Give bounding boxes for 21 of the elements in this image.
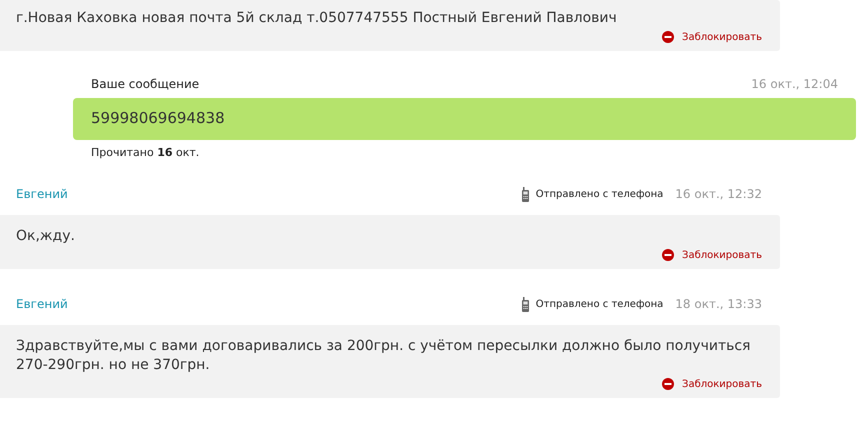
message-text: Здравствуйте,мы с вами договаривались за 200грн. с учётом пересылки должно было получиться 270-290грн. но не 370грн. [16, 337, 752, 375]
block-icon [662, 378, 674, 390]
device-label: Отправлено с телефона [536, 188, 664, 200]
block-button[interactable]: Заблокировать [662, 249, 762, 261]
phone-icon [520, 186, 530, 202]
message-time: 16 окт., 12:04 [751, 77, 838, 91]
block-button[interactable]: Заблокировать [662, 31, 762, 43]
message-time: 16 окт., 12:32 [675, 187, 762, 201]
block-button[interactable]: Заблокировать [662, 378, 762, 390]
author-name[interactable]: Евгений [16, 297, 521, 311]
device-label: Отправлено с телефона [536, 298, 664, 310]
block-icon [662, 249, 674, 261]
phone-icon [520, 296, 530, 312]
message-text: г.Новая Каховка новая почта 5й склад т.0507747555 Постный Евгений Павлович [16, 9, 618, 28]
message-time: 18 окт., 13:33 [675, 297, 762, 311]
author-name[interactable]: Евгений [16, 187, 521, 201]
read-status: Прочитано 16 окт. [91, 146, 200, 159]
message-text: Ок,жду. [16, 227, 76, 246]
message-text: 59998069694838 [91, 109, 225, 127]
sender-label: Ваше сообщение [91, 77, 200, 91]
block-icon [662, 31, 674, 43]
